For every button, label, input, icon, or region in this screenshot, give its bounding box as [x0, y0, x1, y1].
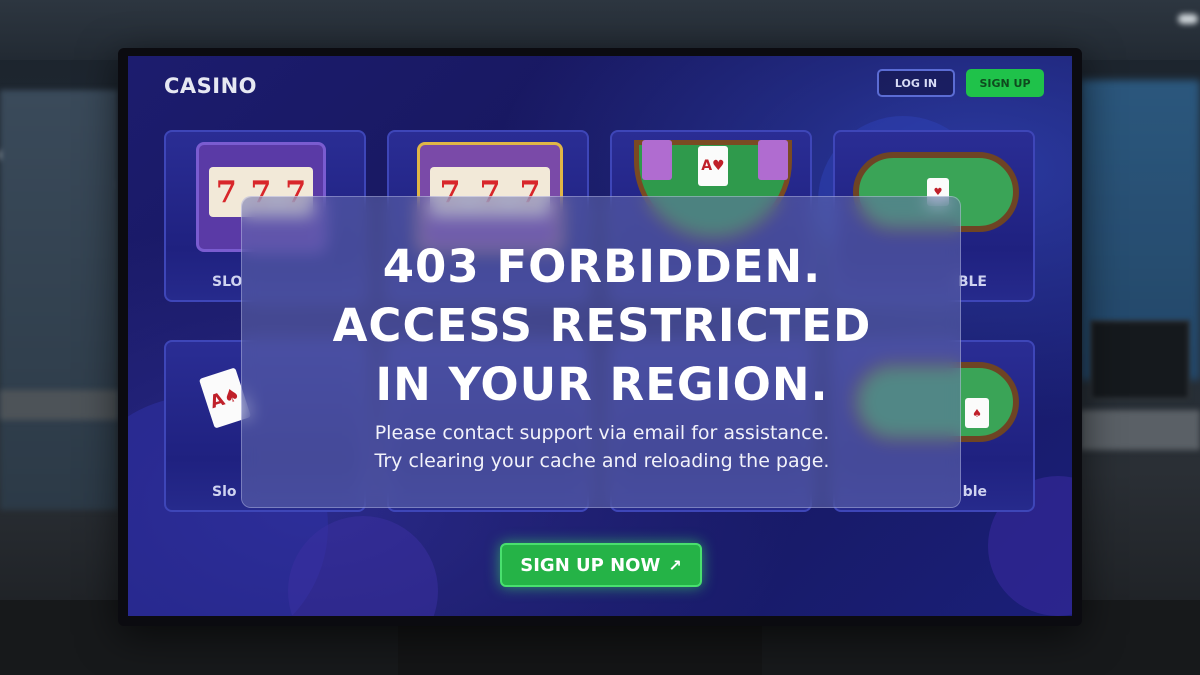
monitor-stand	[398, 620, 762, 675]
brand-logo: CASINO	[164, 74, 258, 98]
error-title-line: 403 FORBIDDEN.	[382, 240, 822, 293]
error-title-line: IN YOUR REGION.	[375, 358, 829, 411]
error-message-line: Try clearing your cache and reloading th…	[374, 450, 830, 472]
casino-page: CASINO LOG IN SIGN UP 777 SLO 777 A♥ ♥ B…	[128, 56, 1072, 616]
error-overlay: 403 FORBIDDEN. ACCESS RESTRICTED IN YOUR…	[241, 196, 961, 508]
background-monitor	[1090, 320, 1190, 400]
signup-button[interactable]: SIGN UP	[966, 69, 1044, 97]
signup-now-button[interactable]: SIGN UP NOW ↗	[500, 543, 702, 587]
arrow-up-right-icon: ↗	[668, 555, 682, 575]
error-message-line: Please contact support via email for ass…	[374, 422, 830, 444]
desk	[1080, 410, 1200, 450]
ceiling-light	[1178, 14, 1198, 24]
window	[0, 90, 118, 510]
login-button[interactable]: LOG IN	[877, 69, 955, 97]
top-navigation: CASINO LOG IN SIGN UP	[128, 56, 1072, 116]
error-headline: 403 FORBIDDEN. ACCESS RESTRICTED IN YOUR…	[242, 237, 962, 414]
error-title-line: ACCESS RESTRICTED	[332, 299, 872, 352]
signup-now-label: SIGN UP NOW	[520, 554, 661, 576]
desk	[0, 390, 118, 420]
error-message: Please contact support via email for ass…	[242, 419, 962, 475]
monitor: CASINO LOG IN SIGN UP 777 SLO 777 A♥ ♥ B…	[118, 48, 1082, 626]
